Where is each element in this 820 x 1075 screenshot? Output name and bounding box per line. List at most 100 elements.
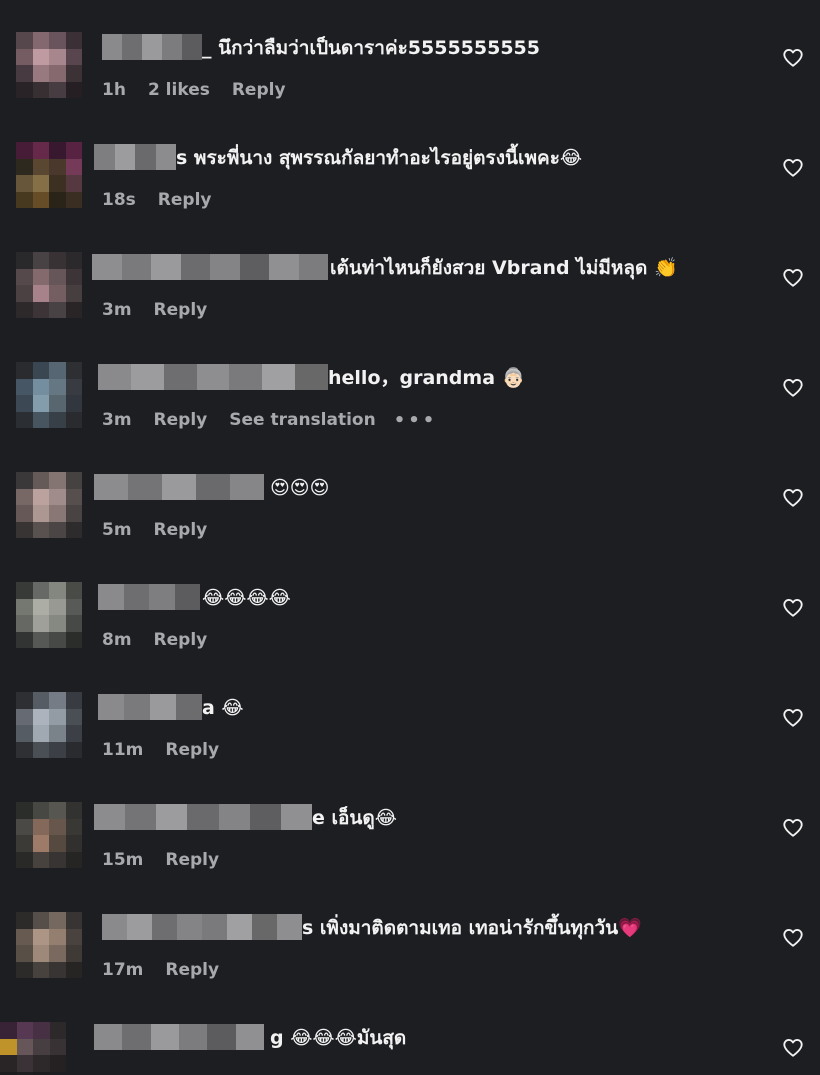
likes-count[interactable]: 2 likes <box>148 80 210 100</box>
username-pixel <box>277 914 302 940</box>
reply-button[interactable]: Reply <box>154 300 208 320</box>
comment-time: 5m <box>102 520 132 540</box>
avatar-pixel <box>32 615 49 632</box>
username-redacted[interactable] <box>102 914 302 940</box>
avatar[interactable] <box>16 692 82 758</box>
username-pixel <box>235 1024 264 1050</box>
avatar-pixel <box>65 615 82 632</box>
avatar-pixel <box>32 582 49 599</box>
more-options-icon[interactable]: ••• <box>394 410 438 431</box>
comment-item: s พระพี่นาง สุพรรณกัลยาทำอะไรอยู่ตรงนี้เ… <box>0 110 820 220</box>
avatar-pixel <box>65 175 82 192</box>
avatar-pixel <box>32 741 49 758</box>
avatar-pixel <box>65 912 82 929</box>
reply-button[interactable]: Reply <box>165 960 219 980</box>
username-pixel <box>180 254 210 280</box>
username-redacted[interactable] <box>98 694 202 720</box>
avatar[interactable] <box>16 582 82 648</box>
heart-icon[interactable] <box>782 267 804 289</box>
avatar-pixel <box>49 615 66 632</box>
avatar-pixel <box>49 268 66 285</box>
reply-button[interactable]: Reply <box>154 520 208 540</box>
comment-text: เต้นท่าไหนก็ยังสวย Vbrand ไม่มีหลุด 👏 <box>330 257 678 279</box>
reply-button[interactable]: Reply <box>154 630 208 650</box>
heart-icon[interactable] <box>782 157 804 179</box>
avatar-pixel <box>65 505 82 522</box>
username-pixel <box>135 144 156 170</box>
avatar-pixel <box>65 598 82 615</box>
avatar-pixel <box>49 158 66 175</box>
comment-item: a 😂 11m Reply <box>0 660 820 770</box>
avatar[interactable] <box>16 252 82 318</box>
avatar-pixel <box>65 741 82 758</box>
avatar-pixel <box>32 802 49 819</box>
username-redacted[interactable] <box>98 584 200 610</box>
reply-button[interactable]: Reply <box>232 80 286 100</box>
avatar-pixel <box>32 268 49 285</box>
comment-meta: 15m Reply <box>102 848 219 872</box>
username-redacted[interactable] <box>92 254 328 280</box>
heart-icon[interactable] <box>782 597 804 619</box>
heart-icon[interactable] <box>782 817 804 839</box>
comments-list: _ นึกว่าลืมว่าเป็นดาราค่ะ5555555555 1h 2… <box>0 0 820 1075</box>
username-redacted[interactable] <box>94 474 264 500</box>
see-translation-link[interactable]: See translation <box>229 410 375 430</box>
avatar-pixel <box>65 65 82 82</box>
username-pixel <box>202 914 227 940</box>
avatar-pixel <box>16 741 33 758</box>
avatar-pixel <box>16 912 33 929</box>
avatar-pixel <box>65 191 82 208</box>
reply-button[interactable]: Reply <box>165 740 219 760</box>
heart-icon[interactable] <box>782 927 804 949</box>
avatar[interactable] <box>16 32 82 98</box>
avatar-pixel <box>49 835 66 852</box>
reply-button[interactable]: Reply <box>158 190 212 210</box>
avatar[interactable] <box>16 362 82 428</box>
username-pixel <box>162 474 196 500</box>
comment-item: 😂😂😂😂 8m Reply <box>0 550 820 660</box>
avatar-pixel <box>16 928 33 945</box>
avatar[interactable] <box>16 912 82 978</box>
heart-icon[interactable] <box>782 377 804 399</box>
heart-icon[interactable] <box>782 487 804 509</box>
comment-time: 3m <box>102 300 132 320</box>
username-redacted[interactable] <box>94 804 312 830</box>
username-pixel <box>125 804 157 830</box>
username-pixel <box>151 254 181 280</box>
username-redacted[interactable] <box>94 144 176 170</box>
avatar-pixel <box>32 65 49 82</box>
avatar[interactable] <box>16 142 82 208</box>
reply-button[interactable]: Reply <box>154 410 208 430</box>
avatar-pixel <box>0 1055 17 1072</box>
username-pixel <box>94 1024 123 1050</box>
heart-icon[interactable] <box>782 47 804 69</box>
reply-button[interactable]: Reply <box>165 850 219 870</box>
avatar[interactable] <box>16 472 82 538</box>
username-redacted[interactable] <box>102 34 202 60</box>
avatar[interactable] <box>0 1022 66 1075</box>
avatar-pixel <box>49 32 66 49</box>
heart-icon[interactable] <box>782 707 804 729</box>
avatar-pixel <box>32 191 49 208</box>
avatar[interactable] <box>16 802 82 868</box>
username-pixel <box>102 914 127 940</box>
avatar-pixel <box>16 851 33 868</box>
avatar-pixel <box>65 362 82 379</box>
avatar-pixel <box>32 505 49 522</box>
username-pixel <box>156 804 188 830</box>
username-pixel <box>130 364 164 390</box>
comment-meta: 17m Reply <box>102 958 219 982</box>
avatar-pixel <box>65 961 82 978</box>
username-redacted[interactable] <box>98 364 329 390</box>
avatar-pixel <box>65 488 82 505</box>
avatar-pixel <box>16 818 33 835</box>
heart-icon[interactable] <box>782 1037 804 1059</box>
username-redacted[interactable] <box>94 1024 264 1050</box>
avatar-pixel <box>16 835 33 852</box>
username-pixel <box>127 914 152 940</box>
avatar-pixel <box>16 1055 33 1072</box>
avatar-pixel <box>16 158 33 175</box>
avatar-pixel <box>0 1038 17 1055</box>
avatar-pixel <box>49 1071 66 1075</box>
avatar-pixel <box>32 521 49 538</box>
